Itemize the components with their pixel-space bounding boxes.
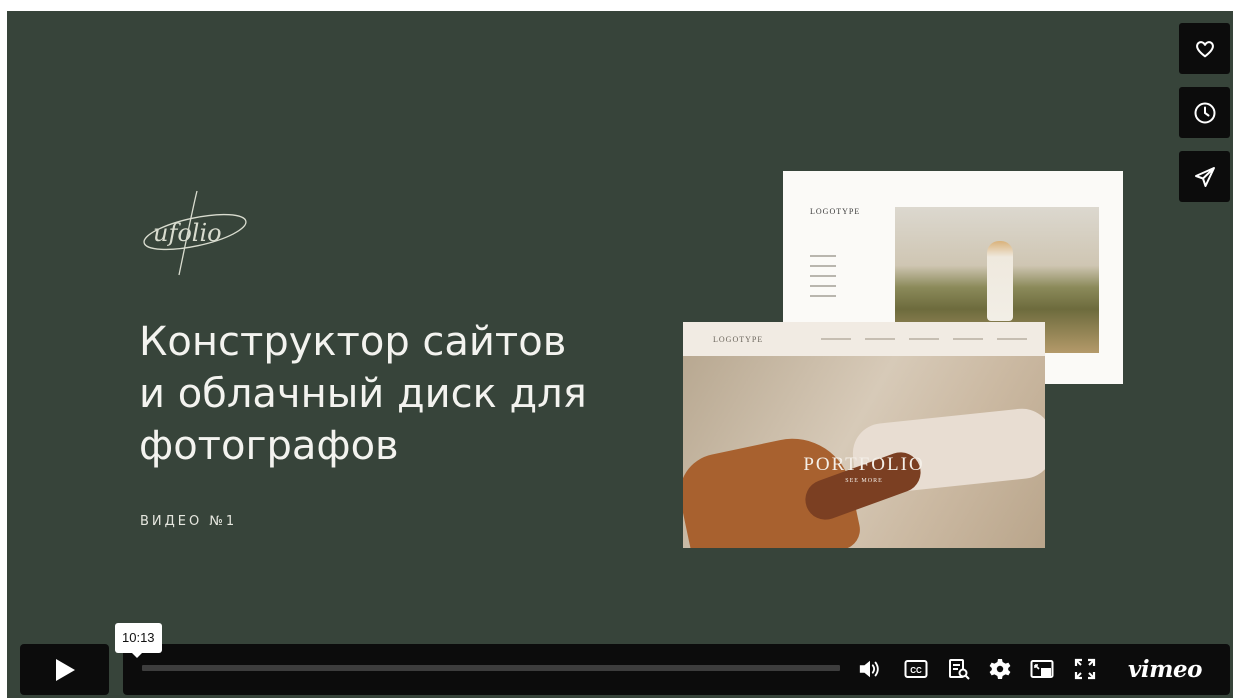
fullscreen-button[interactable] xyxy=(1073,657,1097,681)
headline-line: Конструктор сайтов xyxy=(139,319,567,365)
share-button[interactable] xyxy=(1179,151,1230,202)
time-tooltip: 10:13 xyxy=(115,623,162,658)
headline-line: и облачный диск для xyxy=(139,371,587,417)
captions-button[interactable]: CC xyxy=(904,657,928,681)
control-bar: CC vimeo xyxy=(123,644,1230,695)
website-mockup-front: LOGOTYPE PORTFOLIO SEE MORE xyxy=(683,322,1045,548)
video-headline: Конструктор сайтов и облачный диск для ф… xyxy=(139,316,659,472)
volume-icon xyxy=(859,660,879,678)
progress-bar[interactable] xyxy=(142,665,840,671)
transcript-button[interactable] xyxy=(947,657,971,681)
ufolio-logo: ufolio xyxy=(135,187,255,282)
transcript-icon xyxy=(949,659,970,680)
mockup-portfolio-subtitle: SEE MORE xyxy=(845,478,883,484)
episode-label: ВИДЕО №1 xyxy=(140,514,238,529)
svg-text:CC: CC xyxy=(910,666,922,675)
heart-icon xyxy=(1195,40,1214,57)
vimeo-logo[interactable]: vimeo xyxy=(1128,656,1202,683)
brand-wordmark: ufolio xyxy=(153,219,222,247)
mockup-nav xyxy=(821,338,1027,340)
volume-button[interactable] xyxy=(858,657,882,681)
like-button[interactable] xyxy=(1179,23,1230,74)
cc-icon: CC xyxy=(904,660,928,678)
mockup-photo-figure xyxy=(987,241,1013,321)
mockup-menu xyxy=(810,255,850,305)
fullscreen-icon xyxy=(1074,658,1096,680)
play-icon xyxy=(55,658,75,681)
picture-in-picture-button[interactable] xyxy=(1030,657,1054,681)
headline-line: фотографов xyxy=(139,423,399,469)
send-icon xyxy=(1194,166,1215,187)
mockup-logotype: LOGOTYPE xyxy=(810,207,861,216)
play-button[interactable] xyxy=(20,644,109,695)
video-player[interactable]: ufolio Конструктор сайтов и облачный дис… xyxy=(7,11,1233,698)
settings-icon xyxy=(989,659,1011,679)
mockup-logotype: LOGOTYPE xyxy=(713,335,764,344)
watch-later-button[interactable] xyxy=(1179,87,1230,138)
clock-icon xyxy=(1194,102,1215,123)
mockup-header-bar: LOGOTYPE xyxy=(683,322,1045,356)
pip-icon xyxy=(1030,660,1054,678)
mockup-portfolio-title: PORTFOLIO xyxy=(803,454,925,475)
settings-button[interactable] xyxy=(988,657,1012,681)
mockup-photo-hands xyxy=(683,356,1045,548)
